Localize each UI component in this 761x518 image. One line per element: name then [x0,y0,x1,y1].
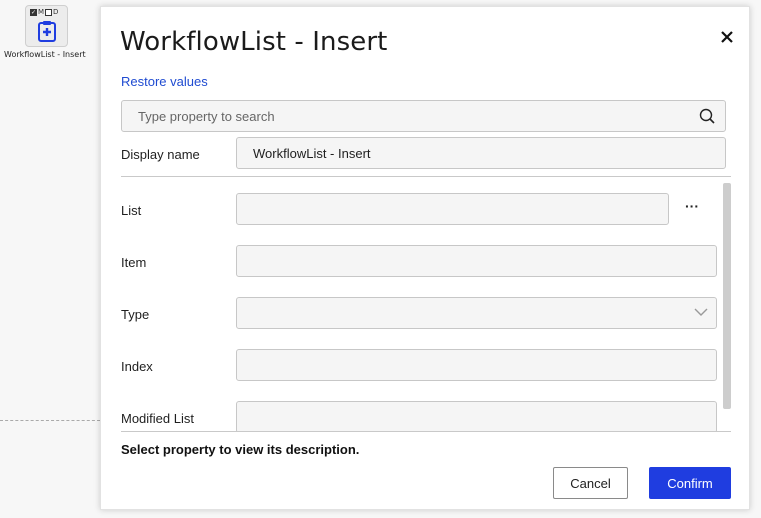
flag-m-checkbox[interactable]: ✓ [30,8,37,16]
node-flags: ✓ M D [30,8,58,16]
flag-d-label: D [53,8,59,16]
modified-list-clip [101,401,751,431]
divider-bottom [121,431,731,432]
properties-dialog: WorkflowList - Insert Restore values Dis… [100,6,750,510]
property-label-type: Type [121,307,150,322]
property-description: Select property to view its description. [121,442,360,457]
index-field[interactable] [236,349,717,381]
search-icon[interactable] [699,108,715,124]
property-search[interactable] [121,100,726,132]
connector-line [0,420,100,421]
workflow-node[interactable]: ✓ M D WorkflowList - Insert [0,0,96,70]
property-label-item: Item [121,255,147,270]
restore-values-link[interactable]: Restore values [121,74,208,89]
list-field[interactable] [236,193,669,225]
properties-scrollbar[interactable] [723,183,731,409]
flag-d-checkbox[interactable] [45,8,53,16]
chevron-down-icon[interactable] [694,307,708,317]
modified-list-field[interactable] [236,401,717,431]
cancel-button[interactable]: Cancel [553,467,628,499]
node-box[interactable]: ✓ M D [25,5,68,47]
confirm-button[interactable]: Confirm [649,467,731,499]
display-name-label: Display name [121,147,200,162]
type-select[interactable] [236,297,717,329]
property-label-list: List [121,203,142,218]
list-more-button[interactable]: ··· [679,199,705,217]
property-label-index: Index [121,359,153,374]
close-icon [721,31,733,43]
flag-m-label: M [38,8,45,16]
item-field[interactable] [236,245,717,277]
divider-top [121,176,731,177]
clipboard-plus-icon [38,21,56,42]
display-name-field[interactable] [236,137,726,169]
node-label: WorkflowList - Insert [4,50,86,59]
close-button[interactable] [719,29,735,45]
search-input[interactable] [122,101,692,131]
dialog-title: WorkflowList - Insert [120,27,388,57]
